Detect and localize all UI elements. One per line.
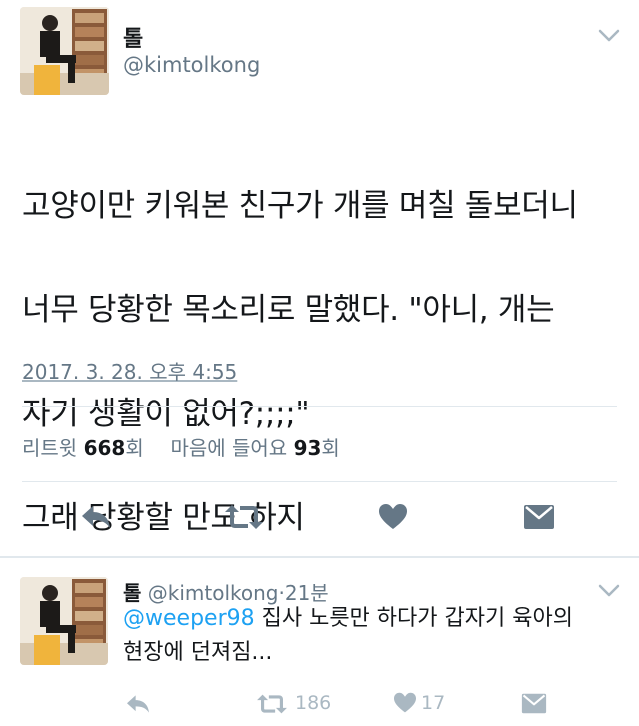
- reply-line: @weeper98 집사 노릇만 하다가 갑자기 육아의: [123, 602, 623, 636]
- reply-retweet-count: 186: [295, 692, 332, 714]
- tweet-line: 너무 당황한 목소리로 말했다. "아니, 개는: [22, 292, 555, 328]
- tweet-stats: 리트윗 668회 마음에 들어요 93회: [22, 432, 340, 461]
- reply-text: @weeper98 집사 노릇만 하다가 갑자기 육아의 현장에 던져짐...: [123, 602, 623, 670]
- like-count: 93: [293, 436, 322, 460]
- like-stat[interactable]: 마음에 들어요 93회: [170, 436, 339, 460]
- tweet-line: 고양이만 키워본 친구가 개를 며칠 돌보더니: [22, 188, 578, 224]
- handle[interactable]: @kimtolkong: [123, 53, 260, 77]
- retweet-stat[interactable]: 리트윗 668회: [22, 436, 150, 460]
- reply-retweet-icon[interactable]: [256, 693, 288, 715]
- reply-reply-icon[interactable]: [124, 693, 152, 715]
- reply-icon[interactable]: [79, 503, 113, 531]
- display-name[interactable]: 톨: [123, 21, 143, 53]
- dm-icon[interactable]: [523, 504, 555, 530]
- reply-heart-icon[interactable]: [393, 692, 417, 714]
- retweet-unit: 회: [125, 436, 144, 460]
- chevron-down-icon[interactable]: [598, 29, 620, 43]
- reply-chevron-down-icon[interactable]: [598, 584, 620, 598]
- retweet-icon[interactable]: [224, 503, 264, 531]
- like-unit: 회: [321, 436, 340, 460]
- reply-dm-icon[interactable]: [521, 693, 547, 714]
- reply-avatar[interactable]: [20, 577, 108, 665]
- reply-like-count: 17: [421, 692, 446, 714]
- retweet-count: 668: [83, 436, 126, 460]
- reply-text-rest: 집사 노릇만 하다가 갑자기 육아의: [254, 606, 573, 631]
- section-divider: [0, 556, 639, 558]
- avatar[interactable]: [20, 7, 109, 95]
- reply-line: 현장에 던져짐...: [123, 640, 273, 665]
- like-label: 마음에 들어요: [170, 436, 288, 460]
- mention-link[interactable]: @weeper98: [123, 606, 255, 631]
- tweet-timestamp[interactable]: 2017. 3. 28. 오후 4:55: [22, 356, 237, 385]
- divider: [22, 481, 617, 482]
- divider: [22, 406, 617, 407]
- retweet-label: 리트윗: [22, 436, 78, 460]
- heart-icon[interactable]: [378, 503, 408, 531]
